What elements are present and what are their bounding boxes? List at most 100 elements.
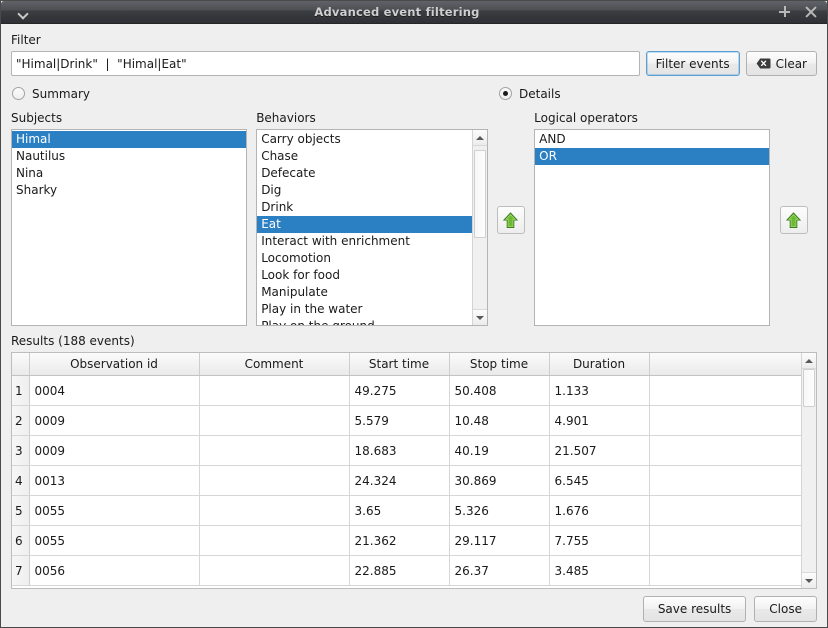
row-number[interactable]: 3 <box>12 435 30 466</box>
behavior-item[interactable]: Manipulate <box>257 284 471 301</box>
cell-comment[interactable] <box>199 375 350 406</box>
row-number[interactable]: 2 <box>12 405 30 436</box>
table-row[interactable]: 3 0009 18.683 40.19 21.507 <box>12 435 801 466</box>
table-row[interactable]: 5 0055 3.65 5.326 1.676 <box>12 495 801 526</box>
subjects-listbox[interactable]: Himal Nautilus Nina Sharky <box>11 129 248 326</box>
subject-item[interactable]: Nautilus <box>12 148 246 165</box>
scroll-down-button[interactable] <box>472 309 487 325</box>
logical-operators-listbox[interactable]: AND OR <box>534 129 771 326</box>
cell-observation-id[interactable]: 0004 <box>29 375 200 406</box>
row-number[interactable]: 5 <box>12 495 30 526</box>
table-row[interactable]: 6 0055 21.362 29.117 7.755 <box>12 525 801 556</box>
behavior-item[interactable]: Defecate <box>257 165 471 182</box>
behavior-item[interactable]: Interact with enrichment <box>257 233 471 250</box>
cell-duration[interactable]: 6.545 <box>549 465 650 496</box>
cell-start-time[interactable]: 3.65 <box>349 495 450 526</box>
cell-comment[interactable] <box>199 405 350 436</box>
cell-comment[interactable] <box>199 435 350 466</box>
behavior-item[interactable]: Eat <box>257 216 472 233</box>
filter-events-label: Filter events <box>655 56 730 71</box>
close-button[interactable]: Close <box>754 596 817 622</box>
results-scroll-track[interactable] <box>802 369 816 572</box>
results-scroll-thumb[interactable] <box>803 369 815 407</box>
filter-events-button[interactable]: Filter events <box>645 51 740 76</box>
cell-stop-time[interactable]: 26.37 <box>449 555 550 586</box>
column-header-comment[interactable]: Comment <box>199 353 350 376</box>
close-icon[interactable] <box>805 6 817 18</box>
behaviors-scrollbar[interactable] <box>471 130 487 325</box>
cell-stop-time[interactable]: 10.48 <box>449 405 550 436</box>
cell-start-time[interactable]: 5.579 <box>349 405 450 436</box>
filter-input[interactable] <box>11 51 640 76</box>
cell-comment[interactable] <box>199 465 350 496</box>
radio-summary[interactable]: Summary <box>12 87 90 101</box>
behavior-item[interactable]: Chase <box>257 148 471 165</box>
cell-observation-id[interactable]: 0056 <box>29 555 200 586</box>
table-row[interactable]: 2 0009 5.579 10.48 4.901 <box>12 405 801 436</box>
cell-duration[interactable]: 21.507 <box>549 435 650 466</box>
table-row[interactable]: 7 0056 22.885 26.37 3.485 <box>12 555 801 586</box>
table-corner[interactable] <box>12 353 30 376</box>
behavior-item[interactable]: Drink <box>257 199 471 216</box>
cell-stop-time[interactable]: 5.326 <box>449 495 550 526</box>
results-scrollbar[interactable] <box>801 353 816 588</box>
column-header-start-time[interactable]: Start time <box>349 353 450 376</box>
cell-duration[interactable]: 3.485 <box>549 555 650 586</box>
cell-start-time[interactable]: 22.885 <box>349 555 450 586</box>
cell-comment[interactable] <box>199 525 350 556</box>
clear-label: Clear <box>775 56 807 71</box>
maximize-icon[interactable] <box>779 6 791 18</box>
column-header-stop-time[interactable]: Stop time <box>449 353 550 376</box>
cell-stop-time[interactable]: 29.117 <box>449 525 550 556</box>
cell-observation-id[interactable]: 0055 <box>29 495 200 526</box>
results-scroll-up-button[interactable] <box>802 353 816 369</box>
cell-start-time[interactable]: 18.683 <box>349 435 450 466</box>
column-header-observation-id[interactable]: Observation id <box>29 353 200 376</box>
cell-start-time[interactable]: 49.275 <box>349 375 450 406</box>
radio-details[interactable]: Details <box>499 87 561 101</box>
add-operator-button[interactable] <box>779 206 808 234</box>
cell-stop-time[interactable]: 50.408 <box>449 375 550 406</box>
table-row[interactable]: 1 0004 49.275 50.408 1.133 <box>12 375 801 406</box>
results-scroll-down-button[interactable] <box>802 572 816 588</box>
behavior-item[interactable]: Look for food <box>257 267 471 284</box>
column-header-duration[interactable]: Duration <box>549 353 650 376</box>
cell-observation-id[interactable]: 0009 <box>29 405 200 436</box>
behavior-item[interactable]: Dig <box>257 182 471 199</box>
add-behavior-button[interactable] <box>496 206 525 234</box>
subject-item[interactable]: Sharky <box>12 182 246 199</box>
logical-operator-item[interactable]: AND <box>535 131 769 148</box>
cell-comment[interactable] <box>199 495 350 526</box>
scroll-track[interactable] <box>472 146 487 309</box>
window-menu-button[interactable] <box>1 1 45 23</box>
cell-duration[interactable]: 1.676 <box>549 495 650 526</box>
cell-observation-id[interactable]: 0013 <box>29 465 200 496</box>
cell-observation-id[interactable]: 0055 <box>29 525 200 556</box>
clear-button[interactable]: Clear <box>745 51 817 76</box>
row-number[interactable]: 4 <box>12 465 30 496</box>
logical-operator-item[interactable]: OR <box>535 148 770 165</box>
subject-item[interactable]: Himal <box>12 131 247 148</box>
behavior-item[interactable]: Play in the water <box>257 301 471 318</box>
behaviors-listbox[interactable]: Carry objects Chase Defecate Dig Drink Eat Int… <box>256 129 488 326</box>
subject-item[interactable]: Nina <box>12 165 246 182</box>
cell-start-time[interactable]: 24.324 <box>349 465 450 496</box>
row-number[interactable]: 7 <box>12 555 30 586</box>
scroll-up-button[interactable] <box>472 130 487 146</box>
row-number[interactable]: 6 <box>12 525 30 556</box>
table-row[interactable]: 4 0013 24.324 30.869 6.545 <box>12 465 801 496</box>
cell-duration[interactable]: 7.755 <box>549 525 650 556</box>
row-number[interactable]: 1 <box>12 375 30 406</box>
cell-observation-id[interactable]: 0009 <box>29 435 200 466</box>
behavior-item[interactable]: Play on the ground <box>257 318 471 325</box>
cell-duration[interactable]: 1.133 <box>549 375 650 406</box>
behavior-item[interactable]: Carry objects <box>257 131 471 148</box>
cell-comment[interactable] <box>199 555 350 586</box>
save-results-button[interactable]: Save results <box>642 596 747 622</box>
cell-start-time[interactable]: 21.362 <box>349 525 450 556</box>
behavior-item[interactable]: Locomotion <box>257 250 471 267</box>
cell-stop-time[interactable]: 40.19 <box>449 435 550 466</box>
scroll-thumb[interactable] <box>473 150 486 238</box>
cell-duration[interactable]: 4.901 <box>549 405 650 436</box>
cell-stop-time[interactable]: 30.869 <box>449 465 550 496</box>
